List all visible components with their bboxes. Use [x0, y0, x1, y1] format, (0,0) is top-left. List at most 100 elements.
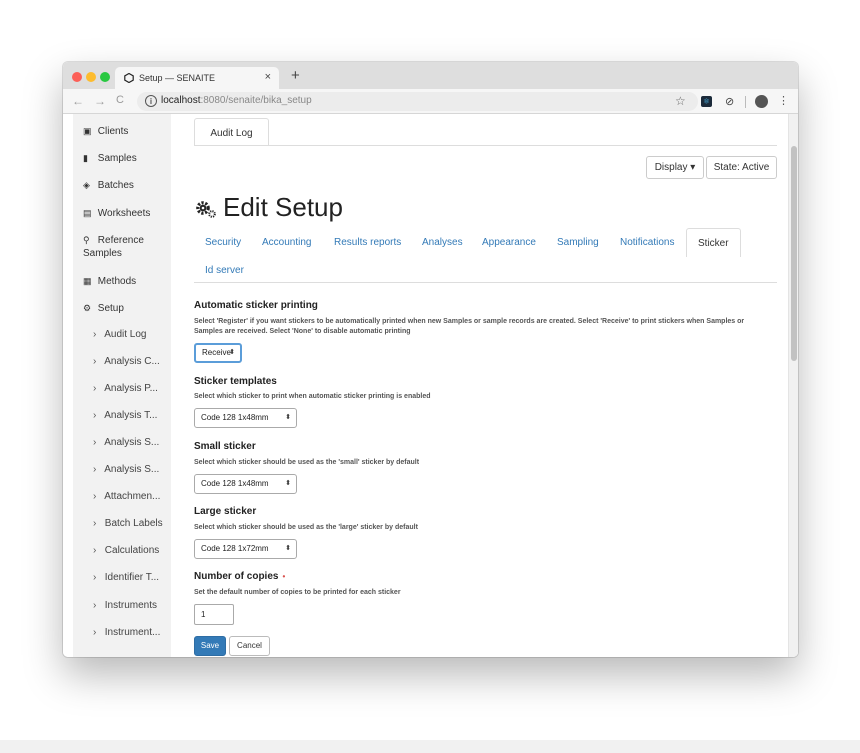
state-button[interactable]: State: Active — [706, 156, 777, 179]
copies-input[interactable]: 1 — [194, 604, 234, 625]
copies-help: Set the default number of copies to be p… — [194, 589, 401, 596]
select-value: Receive — [202, 348, 231, 357]
select-arrow-icon: ⬍ — [285, 545, 291, 552]
tab-accounting[interactable]: Accounting — [262, 237, 311, 248]
sidebar: ▣ Clients ▮ Samples ◈ Batches ▤ Workshee… — [73, 114, 171, 657]
scrollbar-thumb[interactable] — [791, 146, 797, 361]
page-title: Edit Setup — [223, 192, 343, 222]
auto-print-label: Automatic sticker printing — [194, 300, 318, 311]
sidebar-item-batches[interactable]: ◈ Batches — [83, 179, 181, 192]
info-icon[interactable]: i — [145, 95, 157, 107]
sidebar-subitem-analysis-templates[interactable]: › Analysis T... — [93, 410, 171, 421]
tab-sticker[interactable]: Sticker — [686, 228, 741, 257]
worksheets-icon: ▤ — [83, 208, 92, 218]
sidebar-subitem-analysis-services[interactable]: › Analysis S... — [93, 437, 171, 448]
sidebar-item-label: Clients — [97, 126, 129, 137]
sidebar-subitem-batch-labels[interactable]: › Batch Labels — [93, 518, 171, 529]
main-content: Audit Log Display ▾ State: Active Edit S… — [183, 114, 783, 657]
small-sticker-select[interactable]: Code 128 1x48mm ⬍ — [194, 474, 297, 494]
sidebar-subitem-instrument-types[interactable]: › Instrument... — [93, 627, 171, 638]
tab-appearance[interactable]: Appearance — [482, 237, 536, 248]
reload-icon[interactable]: C — [116, 94, 124, 106]
extension-icon[interactable]: ⊘ — [725, 95, 734, 108]
page-viewport: ▣ Clients ▮ Samples ◈ Batches ▤ Workshee… — [63, 114, 798, 657]
sidebar-subitem-label: Calculations — [104, 545, 160, 556]
sidebar-item-label: Batches — [97, 180, 134, 191]
display-button[interactable]: Display ▾ — [646, 156, 704, 179]
tab-results-reports[interactable]: Results reports — [334, 237, 401, 248]
small-sticker-label: Small sticker — [194, 441, 256, 452]
react-devtools-icon[interactable]: ⚛ — [701, 96, 712, 107]
sidebar-subitem-identifier-types[interactable]: › Identifier T... — [93, 572, 171, 583]
sidebar-item-methods[interactable]: ▦ Methods — [83, 275, 181, 288]
sidebar-item-clients[interactable]: ▣ Clients — [83, 125, 181, 138]
cancel-button[interactable]: Cancel — [229, 636, 270, 656]
address-bar[interactable]: i localhost:8080/senaite/bika_setup — [137, 92, 698, 111]
select-value: Code 128 1x48mm — [201, 479, 269, 488]
templates-select[interactable]: Code 128 1x48mm ⬍ — [194, 408, 297, 428]
select-value: Code 128 1x48mm — [201, 413, 269, 422]
toolbar-separator — [745, 96, 746, 108]
new-tab-button[interactable]: + — [291, 67, 300, 84]
bookmark-star-icon[interactable]: ☆ — [675, 94, 686, 108]
sidebar-subitem-label: Analysis S... — [104, 437, 160, 448]
tab-audit-log[interactable]: Audit Log — [194, 118, 269, 146]
sidebar-subitem-label: Instrument... — [104, 627, 161, 638]
settings-tab-divider — [194, 282, 777, 283]
close-window-button[interactable] — [72, 72, 82, 82]
tab-close-icon[interactable]: × — [265, 71, 271, 83]
page-bottom-band — [0, 740, 860, 753]
tab-id-server[interactable]: Id server — [205, 265, 244, 276]
back-icon[interactable]: ← — [72, 94, 84, 108]
sidebar-item-reference-samples[interactable]: ⚲ Reference Samples — [83, 234, 165, 260]
scrollbar[interactable] — [788, 114, 798, 657]
maximize-window-button[interactable] — [100, 72, 110, 82]
url-host: localhost — [161, 95, 201, 106]
forward-icon[interactable]: → — [94, 94, 106, 108]
methods-icon: ▦ — [83, 276, 92, 286]
chevron-right-icon: › — [93, 600, 97, 611]
auto-print-select[interactable]: Receive ⬍ — [194, 343, 242, 363]
tab-analyses[interactable]: Analyses — [422, 237, 463, 248]
sidebar-subitem-analysis-profiles[interactable]: › Analysis P... — [93, 383, 171, 394]
chevron-right-icon: › — [93, 329, 97, 340]
browser-window: Setup — SENAITE × + ← → C i localhost:80… — [63, 62, 798, 657]
large-sticker-select[interactable]: Code 128 1x72mm ⬍ — [194, 539, 297, 559]
sidebar-item-samples[interactable]: ▮ Samples — [83, 152, 181, 165]
sidebar-subitem-label: Instruments — [104, 600, 158, 611]
chevron-right-icon: › — [93, 572, 97, 583]
sidebar-item-label: Methods — [97, 276, 137, 287]
auto-print-help: Select 'Register' if you want stickers t… — [194, 318, 745, 335]
save-button[interactable]: Save — [194, 636, 226, 656]
browser-toolbar: ← → C i localhost:8080/senaite/bika_setu… — [63, 89, 798, 114]
required-mark: • — [282, 572, 286, 581]
sidebar-subitem-analysis-categories[interactable]: › Analysis C... — [93, 356, 171, 367]
sidebar-item-worksheets[interactable]: ▤ Worksheets — [83, 207, 181, 220]
sidebar-subitem-audit-log[interactable]: › Audit Log — [93, 329, 171, 340]
sidebar-subitem-label: Attachmen... — [104, 491, 161, 502]
chevron-right-icon: › — [93, 410, 97, 421]
small-sticker-help: Select which sticker should be used as t… — [194, 459, 420, 466]
senaite-favicon-icon — [124, 73, 134, 83]
browser-menu-icon[interactable]: ⋮ — [778, 94, 789, 107]
sidebar-subitem-instruments[interactable]: › Instruments — [93, 600, 171, 611]
chevron-right-icon: › — [93, 545, 97, 556]
sidebar-subitem-attachment-types[interactable]: › Attachmen... — [93, 491, 171, 502]
tab-sampling[interactable]: Sampling — [557, 237, 599, 248]
gears-icon — [196, 201, 216, 218]
large-sticker-label: Large sticker — [194, 506, 257, 517]
minimize-window-button[interactable] — [86, 72, 96, 82]
tab-title: Setup — SENAITE — [139, 73, 216, 83]
title-bar: Setup — SENAITE × + — [63, 62, 798, 89]
sidebar-subitem-label: Identifier T... — [104, 572, 160, 583]
sidebar-subitem-calculations[interactable]: › Calculations — [93, 545, 171, 556]
sidebar-subitem-analysis-specs[interactable]: › Analysis S... — [93, 464, 171, 475]
chevron-right-icon: › — [93, 356, 97, 367]
sidebar-item-setup[interactable]: ⚙ Setup — [83, 302, 181, 315]
tab-security[interactable]: Security — [205, 237, 241, 248]
templates-help: Select which sticker to print when autom… — [194, 393, 431, 400]
batches-icon: ◈ — [83, 180, 90, 190]
browser-tab[interactable]: Setup — SENAITE × — [115, 67, 279, 89]
profile-avatar[interactable] — [755, 95, 768, 108]
tab-notifications[interactable]: Notifications — [620, 237, 674, 248]
